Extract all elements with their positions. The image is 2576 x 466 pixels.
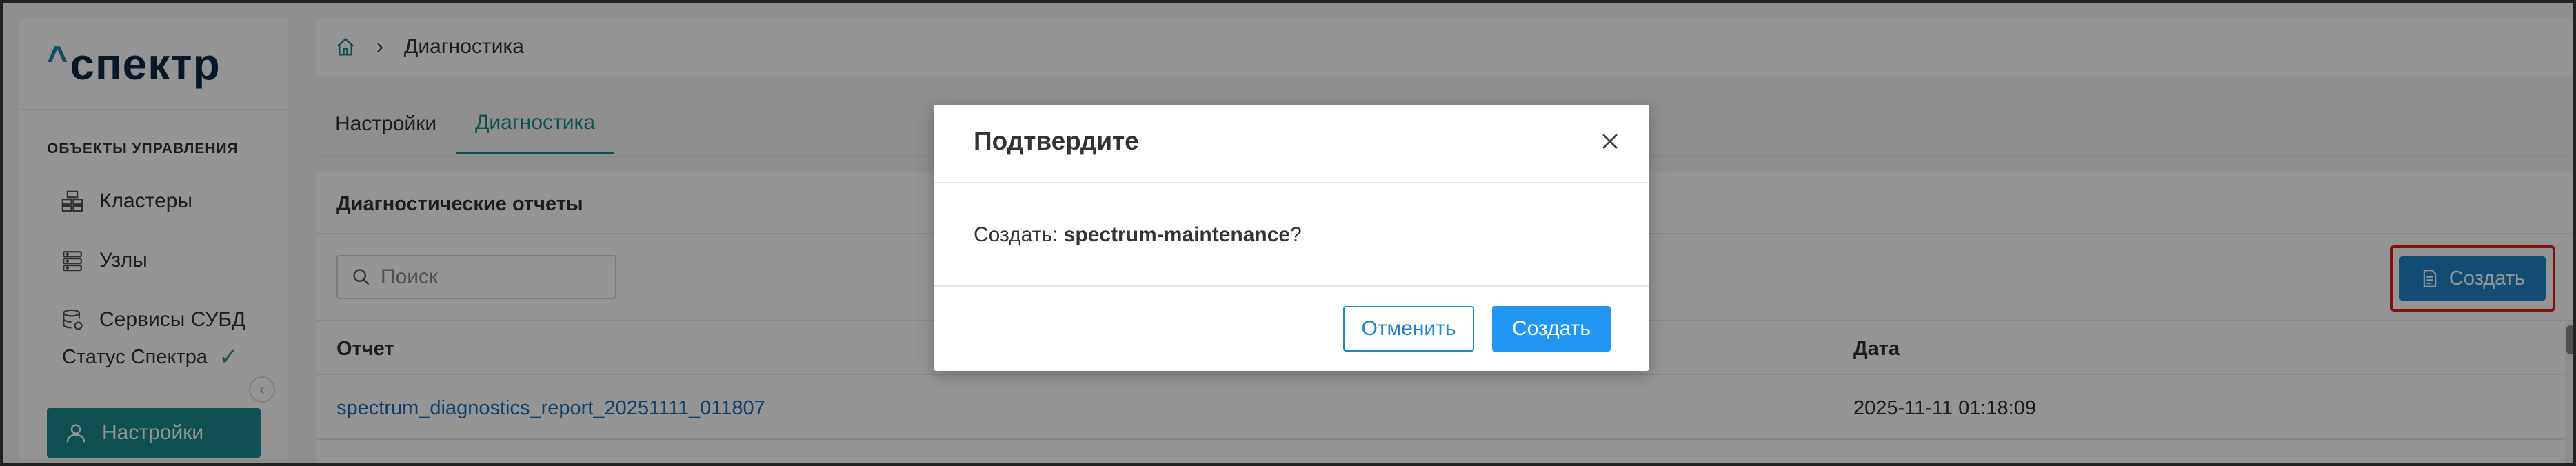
- dialog-target: spectrum-maintenance: [1063, 223, 1291, 246]
- app-window: ^спектр ОБЪЕКТЫ УПРАВЛЕНИЯ Кластеры Узлы…: [0, 0, 2576, 466]
- confirm-dialog: Подтвердите Создать: spectrum-maintenanc…: [934, 105, 1649, 371]
- dialog-divider: [934, 285, 1649, 287]
- dialog-title: Подтвердите: [974, 127, 1139, 155]
- dialog-message: Создать: spectrum-maintenance?: [974, 223, 1302, 246]
- dialog-divider: [934, 182, 1649, 183]
- confirm-create-button[interactable]: Создать: [1492, 306, 1611, 352]
- cancel-button[interactable]: Отменить: [1343, 306, 1474, 352]
- close-icon[interactable]: [1600, 131, 1620, 152]
